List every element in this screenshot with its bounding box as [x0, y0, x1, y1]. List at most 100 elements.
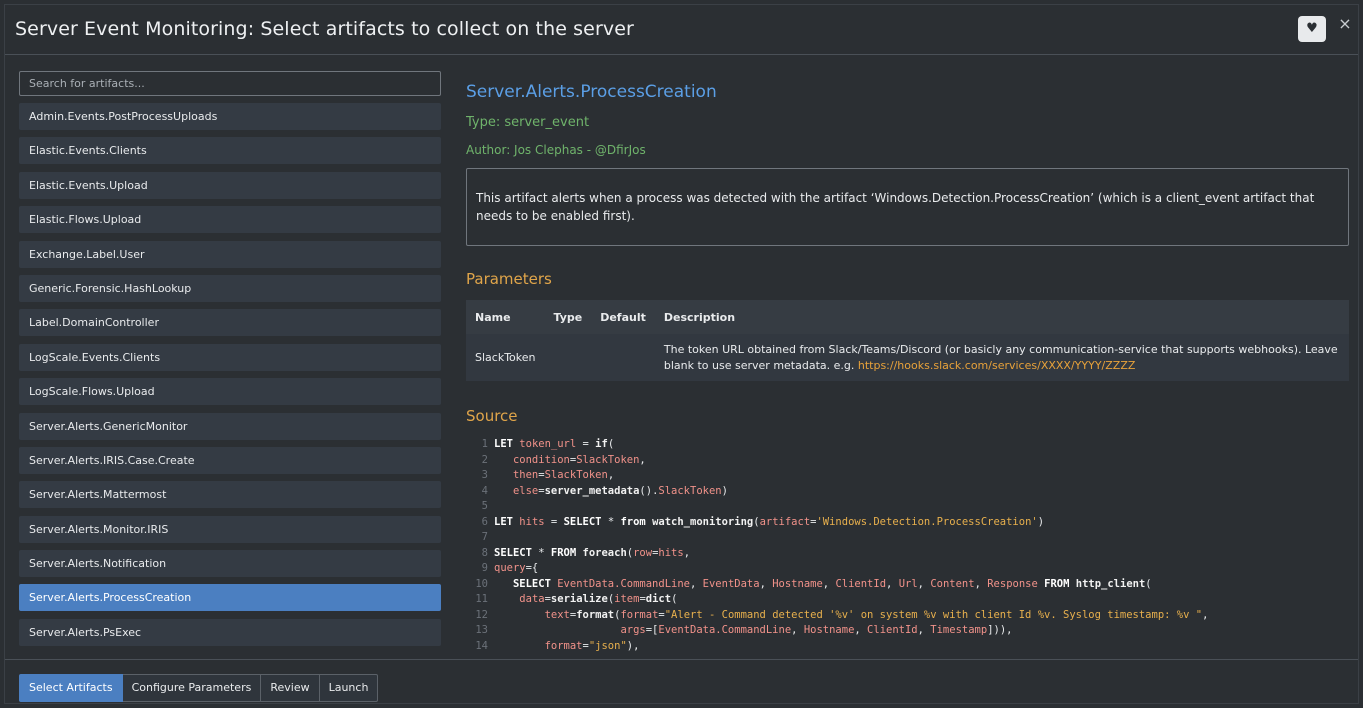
- code-token: item: [614, 593, 640, 605]
- list-item[interactable]: Server.Alerts.ProcessCreation: [19, 584, 441, 612]
- code-token: ,: [822, 577, 836, 590]
- step-review-button[interactable]: Review: [261, 674, 320, 702]
- code-token: SELECT: [494, 546, 532, 559]
- list-item[interactable]: LogScale.Flows.Upload: [19, 378, 441, 406]
- param-description: The token URL obtained from Slack/Teams/…: [655, 334, 1349, 381]
- code-token: ,: [1202, 608, 1209, 621]
- list-item[interactable]: Server.Alerts.GenericMonitor: [19, 412, 441, 440]
- list-item[interactable]: Admin.Events.PostProcessUploads: [19, 103, 441, 130]
- code-token: FROM: [550, 546, 583, 559]
- param-type: [545, 334, 592, 381]
- code-token: Hostname: [772, 577, 823, 590]
- code-token: EventData.CommandLine: [658, 624, 792, 636]
- list-item[interactable]: Elastic.Events.Upload: [19, 171, 441, 199]
- heart-icon[interactable]: ♥: [1298, 16, 1326, 42]
- code-token: ().: [639, 484, 659, 497]
- list-item[interactable]: Server.Alerts.Notification: [19, 550, 441, 578]
- close-icon[interactable]: ×: [1338, 15, 1352, 33]
- list-item[interactable]: Generic.Forensic.HashLookup: [19, 274, 441, 302]
- parameters-table: Name Type Default Description SlackToken…: [466, 300, 1349, 381]
- code-token: Response: [987, 577, 1038, 590]
- code-token: SELECT: [512, 577, 558, 590]
- code-token: format: [544, 639, 583, 652]
- code-line: 3 then=SlackToken,: [466, 468, 1346, 484]
- list-item[interactable]: Elastic.Flows.Upload: [19, 206, 441, 234]
- code-token: server_metadata: [544, 484, 640, 497]
- code-token: token_url: [519, 438, 577, 450]
- artifact-author: Author: Jos Clephas - @DfirJos: [466, 143, 646, 157]
- code-token: data: [519, 593, 545, 605]
- line-number: 1: [481, 438, 488, 450]
- code-token: condition: [512, 453, 570, 466]
- code-line: 13 args=[EventData.CommandLine, Hostname…: [466, 623, 1346, 639]
- code-token: ,: [683, 546, 691, 559]
- line-number: 8: [481, 546, 488, 559]
- code-token: ): [721, 484, 728, 497]
- code-token: artifact: [759, 515, 811, 528]
- code-token: (: [607, 438, 615, 450]
- code-token: Content: [930, 577, 975, 590]
- code-token: =: [576, 438, 596, 450]
- code-token: Hostname: [803, 624, 855, 636]
- code-token: =[: [645, 624, 659, 636]
- list-item[interactable]: Exchange.Label.User: [19, 240, 441, 268]
- code-token: LET: [494, 438, 520, 450]
- code-token: ={: [525, 562, 539, 574]
- list-item[interactable]: Elastic.Events.Clients: [19, 137, 441, 165]
- code-token: watch_monitoring: [652, 515, 754, 528]
- code-token: LET: [494, 515, 520, 528]
- code-token: row: [633, 546, 653, 559]
- param-description-link[interactable]: https://hooks.slack.com/services/XXXX/YY…: [858, 359, 1136, 372]
- param-default: [591, 334, 655, 381]
- list-item[interactable]: Label.DomainController: [19, 309, 441, 337]
- column-description: Description: [663, 310, 736, 324]
- list-item[interactable]: Server.Alerts.PsExec: [19, 618, 441, 646]
- code-token: else: [512, 484, 539, 497]
- line-number: 14: [475, 639, 488, 652]
- table-header-row: Name Type Default Description: [466, 300, 1349, 334]
- line-number: 12: [475, 608, 488, 621]
- column-default: Default: [600, 310, 646, 324]
- line-number: 4: [481, 484, 488, 497]
- code-token: ,: [759, 577, 773, 590]
- param-name: SlackToken: [475, 350, 536, 364]
- code-token: hits: [658, 546, 684, 559]
- code-token: (: [1145, 577, 1152, 590]
- step-select-artifacts-button[interactable]: Select Artifacts: [19, 674, 123, 702]
- line-number: 9: [481, 562, 488, 574]
- code-token: http_client: [1075, 577, 1146, 590]
- list-item[interactable]: Server.Alerts.IRIS.Case.Create: [19, 446, 441, 474]
- code-token: Url: [898, 577, 918, 590]
- code-token: "Alert - Command detected '%v' on system…: [664, 608, 1203, 621]
- line-number: 6: [481, 515, 488, 528]
- line-number: 11: [475, 593, 488, 605]
- code-line: 11 data=serialize(item=dict(: [466, 592, 1346, 608]
- step-configure-parameters-button[interactable]: Configure Parameters: [122, 674, 262, 702]
- parameters-heading: Parameters: [466, 270, 552, 288]
- artifact-selector-panel: Admin.Events.PostProcessUploads Elastic.E…: [19, 71, 443, 661]
- code-line: 5: [466, 499, 1346, 515]
- modal-footer: Select Artifacts Configure Parameters Revi…: [5, 659, 1358, 705]
- artifact-name: Server.Alerts.ProcessCreation: [466, 82, 717, 102]
- modal-header: Server Event Monitoring: Select artifact…: [5, 5, 1358, 55]
- search-input[interactable]: [19, 71, 441, 96]
- code-token: EventData: [702, 577, 760, 590]
- list-item[interactable]: Server.Alerts.Monitor.IRIS: [19, 515, 441, 543]
- code-token: ClientId: [835, 577, 887, 590]
- code-line: 12 text=format(format="Alert - Command d…: [466, 608, 1346, 624]
- code-line: 1 LET token_url = if(: [466, 437, 1346, 453]
- line-number: 7: [481, 531, 488, 543]
- code-token: ClientId: [867, 624, 918, 636]
- step-launch-button[interactable]: Launch: [319, 674, 379, 702]
- list-item[interactable]: Server.Alerts.Mattermost: [19, 481, 441, 509]
- code-token: text: [544, 608, 570, 621]
- source-code-block: 1 LET token_url = if(2 condition=SlackTok…: [466, 437, 1346, 654]
- code-token: query: [494, 562, 526, 574]
- line-number: 5: [481, 500, 488, 512]
- code-token: 'Windows.Detection.ProcessCreation': [816, 515, 1038, 528]
- code-token: then: [512, 469, 539, 481]
- list-item[interactable]: LogScale.Events.Clients: [19, 343, 441, 371]
